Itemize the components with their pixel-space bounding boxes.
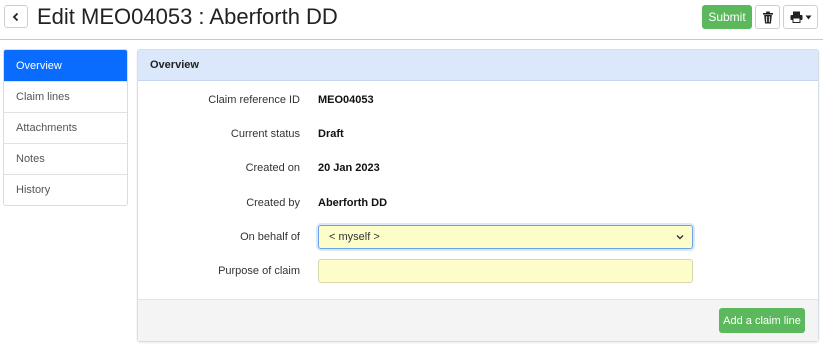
- printer-icon: [790, 11, 802, 23]
- delete-button[interactable]: [755, 5, 780, 29]
- back-button[interactable]: [4, 5, 28, 28]
- sidebar-item-attachments[interactable]: Attachments: [4, 112, 127, 143]
- on-behalf-of-select[interactable]: < myself >: [318, 225, 693, 249]
- sidebar-item-claim-lines[interactable]: Claim lines: [4, 81, 127, 112]
- sidebar-item-history[interactable]: History: [4, 174, 127, 205]
- created-on-label: Created on: [245, 162, 300, 174]
- created-by-label: Created by: [246, 197, 300, 209]
- claim-reference-label: Claim reference ID: [208, 94, 300, 106]
- purpose-input[interactable]: [318, 259, 693, 283]
- page-header: Edit MEO04053 : Aberforth DD Submit: [0, 0, 823, 40]
- current-status-label: Current status: [230, 128, 300, 140]
- add-claim-line-button[interactable]: Add a claim line: [719, 308, 805, 333]
- trash-icon: [762, 11, 773, 23]
- caret-down-icon: [805, 15, 811, 19]
- sidebar-item-overview[interactable]: Overview: [4, 50, 127, 81]
- on-behalf-of-label: On behalf of: [240, 231, 300, 243]
- created-by-value: Aberforth DD: [318, 197, 388, 209]
- on-behalf-of-selected: < myself >: [329, 231, 380, 243]
- page-title: Edit MEO04053 : Aberforth DD: [37, 4, 338, 29]
- created-on-value: 20 Jan 2023: [318, 162, 380, 174]
- purpose-label: Purpose of claim: [218, 265, 300, 277]
- panel-footer: Add a claim line: [138, 299, 818, 341]
- claim-reference-value: MEO04053: [318, 94, 374, 106]
- chevron-left-icon: [12, 12, 19, 21]
- current-status-value: Draft: [318, 128, 344, 140]
- overview-panel: Overview Claim reference ID MEO04053 Cur…: [137, 49, 819, 342]
- sidebar-item-notes[interactable]: Notes: [4, 143, 127, 174]
- submit-button[interactable]: Submit: [702, 5, 752, 29]
- print-menu-button[interactable]: [783, 5, 818, 29]
- panel-title: Overview: [138, 50, 818, 81]
- sidebar-nav: Overview Claim lines Attachments Notes H…: [3, 49, 128, 206]
- chevron-down-icon: [676, 235, 684, 240]
